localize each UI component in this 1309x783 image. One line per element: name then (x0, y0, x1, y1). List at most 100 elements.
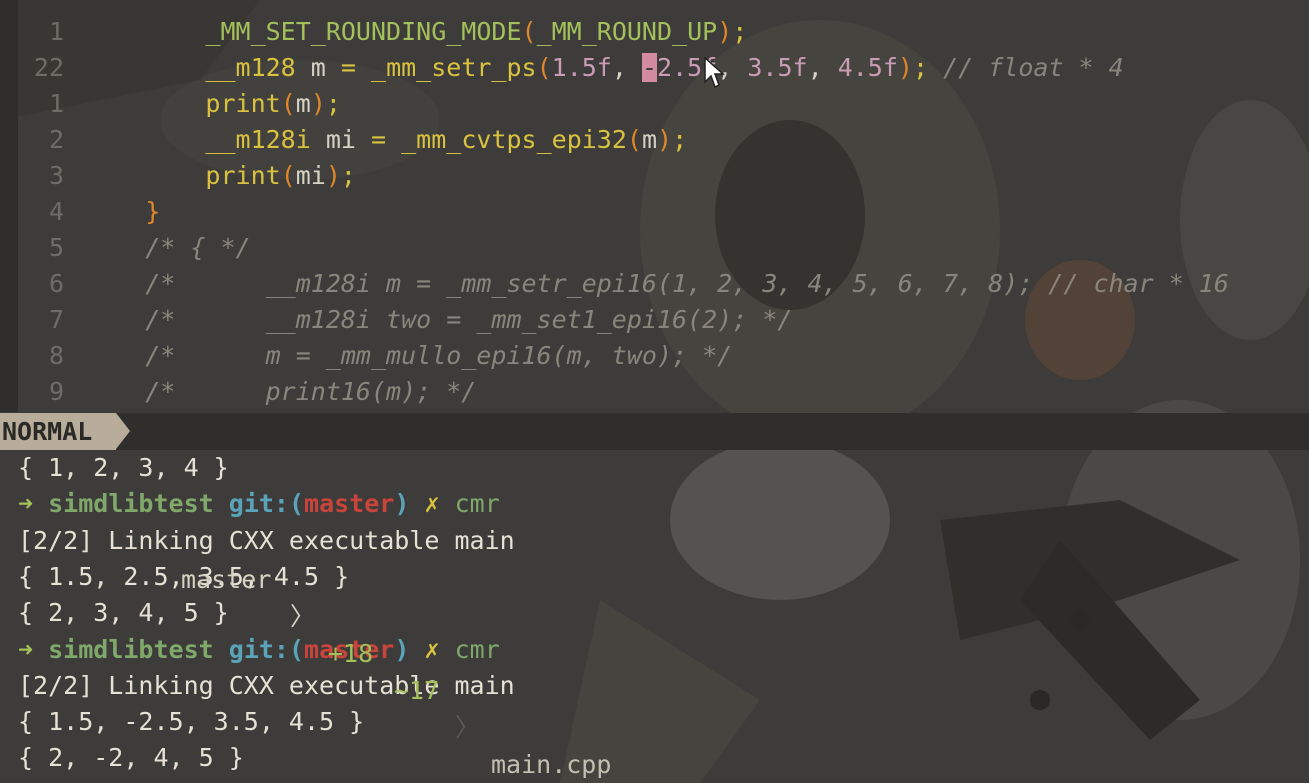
code-token: _MM_ROUND_UP (536, 17, 718, 46)
code-token: } (145, 197, 161, 226)
code-token: /* print16(m); */ (145, 377, 477, 406)
code-token: ; (912, 53, 929, 82)
code-token: mi (310, 125, 371, 154)
code-text: _MM_SET_ROUNDING_MODE(_MM_ROUND_UP); (85, 14, 747, 50)
code-token: /* { */ (145, 233, 251, 262)
code-token: m (641, 125, 658, 154)
shell-prompt: ➜ simdlibtest git:(master) ✗ cmr (18, 486, 500, 522)
code-token: _mm_setr_ps (371, 53, 537, 82)
code-text: print(mi); (85, 158, 356, 194)
code-text: __m128i mi = _mm_cvtps_epi32(m); (85, 122, 687, 158)
line-number: 9 (48, 377, 64, 406)
code-token: /* m = _mm_mullo_epi16(m, two); */ (145, 341, 733, 370)
code-token: _mm_cvtps_epi32 (401, 125, 627, 154)
line-number: 1 (48, 89, 64, 118)
line-number: 2 (48, 125, 64, 154)
code-text: } (85, 194, 160, 230)
code-editor[interactable]: 1 _MM_SET_ROUNDING_MODE(_MM_ROUND_UP); 22… (0, 0, 1309, 412)
terminal-output[interactable]: { 1, 2, 3, 4 } ➜ simdlibtest git:(master)… (0, 450, 1309, 783)
terminal-output-line: { 2, -2, 4, 5 } (18, 743, 244, 773)
code-token: ) (657, 125, 673, 154)
code-token: ( (626, 125, 642, 154)
mouse-pointer-icon (704, 56, 725, 89)
code-token: , (807, 53, 838, 82)
prompt-git-close: ) (394, 489, 410, 519)
mode-indicator: NORMAL (0, 413, 116, 450)
code-token: m (295, 53, 341, 82)
statusline-separator: 〉 (290, 602, 316, 631)
code-token: 3.5f (747, 53, 808, 82)
code-token: print (205, 89, 281, 118)
code-token: ) (897, 53, 913, 82)
code-token: ; (672, 125, 688, 154)
code-token: 1.5f (551, 53, 612, 82)
code-text: /* m = _mm_mullo_epi16(m, two); */ (85, 338, 732, 374)
prompt-git-close: ) (394, 634, 410, 664)
prompt-command: cmr (454, 634, 500, 664)
code-token: // float * 4 (928, 53, 1124, 82)
code-token: ( (521, 17, 537, 46)
code-token: ( (280, 161, 296, 190)
code-token: ; (325, 89, 341, 118)
code-text: /* { */ (85, 230, 251, 266)
line-number: 4 (48, 197, 64, 226)
code-token: ) (310, 89, 326, 118)
code-text: /* print16(m); */ (85, 374, 476, 410)
code-text: /* __m128i two = _mm_set1_epi16(2); */ (85, 302, 792, 338)
line-number: 1 (48, 17, 64, 46)
statusline-separator-2: 〉 (455, 713, 481, 742)
code-token: ( (280, 89, 296, 118)
code-token: , (611, 53, 642, 82)
code-token: ) (325, 161, 341, 190)
terminal-output-line: { 1, 2, 3, 4 } (18, 453, 229, 482)
diff-modified-count: ~17 (394, 676, 440, 705)
terminal-output-line: { 1.5, -2.5, 3.5, 4.5 } (18, 707, 365, 737)
code-text: __m128 m = _mm_setr_ps(1.5f, -2.5f, 3.5f… (85, 50, 1124, 86)
prompt-git-label: git:( (228, 634, 305, 664)
code-token: /* __m128i m = _mm_setr_epi16(1, 2, 3, 4… (145, 269, 1229, 298)
line-number: 8 (48, 341, 64, 370)
prompt-directory: simdlibtest (48, 634, 214, 664)
code-token: __m128i (205, 125, 311, 154)
code-token: ; (340, 161, 356, 190)
terminal-output-line: [2/2] Linking CXX executable main (18, 670, 515, 700)
code-token: = (340, 53, 356, 82)
line-number: 6 (48, 269, 64, 298)
line-number: 7 (48, 305, 64, 334)
code-token: = (371, 125, 387, 154)
code-token: print (205, 161, 281, 190)
code-token: 4.5f (837, 53, 898, 82)
code-token: __m128 (205, 53, 296, 82)
terminal-output-line: [2/2] Linking CXX executable main (18, 525, 515, 555)
current-filename: main.cpp (491, 750, 612, 779)
code-token: ) (717, 17, 733, 46)
prompt-dirty-icon: ✗ (424, 634, 440, 664)
git-branch-name: master (181, 565, 272, 594)
line-number: 3 (48, 161, 64, 190)
code-token: /* __m128i two = _mm_set1_epi16(2); */ (145, 305, 793, 334)
vim-statusline: NORMAL master 〉 +18 ~17 〉 main.cpp (0, 413, 1309, 779)
prompt-dirty-icon: ✗ (424, 489, 440, 519)
line-number: 5 (48, 233, 64, 262)
prompt-command: cmr (454, 489, 500, 519)
shell-prompt: ➜ simdlibtest git:(master) ✗ cmr (18, 632, 500, 668)
text-cursor: - (641, 53, 658, 82)
code-token: _MM_SET_ROUNDING_MODE (205, 17, 522, 46)
mode-separator (116, 413, 130, 449)
prompt-git-label: git:( (228, 489, 305, 519)
prompt-git-branch: master (304, 489, 395, 519)
prompt-directory: simdlibtest (48, 489, 214, 519)
code-token: ( (536, 53, 552, 82)
